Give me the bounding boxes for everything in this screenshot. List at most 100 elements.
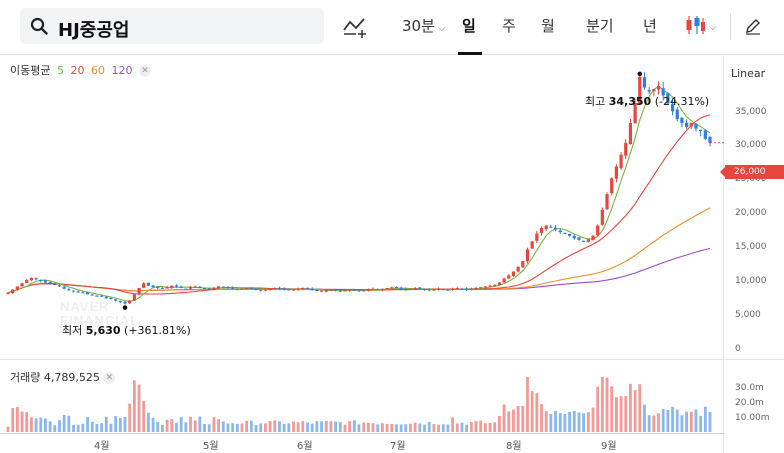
candle-body [596,225,600,236]
candle-body [62,286,66,289]
candle-body [399,287,403,289]
volume-bar [161,425,164,432]
candle-body [11,289,15,294]
candle-body [179,286,183,289]
candlestick-icon [686,16,705,34]
candle-body [128,300,132,304]
candle-body [348,289,352,291]
volume-bar [147,412,150,432]
candle-body [460,288,464,290]
volume-bar [235,423,239,432]
candle-body [146,282,150,286]
volume-bar [287,423,291,432]
candle-body [343,290,347,292]
volume-bar [142,400,146,432]
volume-bar [591,407,595,432]
volume-bar [123,416,127,432]
candle-body [642,77,647,88]
volume-bar [455,423,459,432]
candle-body [20,283,24,287]
candle-body [100,295,104,297]
volume-bar [483,423,487,432]
volume-bar [441,424,445,432]
candle-body [628,123,633,145]
volume-bar [62,414,66,432]
volume-bar [310,423,314,432]
volume-bar [114,416,118,432]
volume-bar [586,412,590,432]
volume-bar [58,420,61,432]
volume-bar [437,424,440,432]
chart-type-dropdown[interactable]: ⌵ [684,14,717,38]
volume-bar [563,413,567,432]
volume-bar [643,404,646,432]
candle-body [539,228,544,233]
volume-bar [488,422,492,432]
candle-body [254,288,258,290]
candle-body [263,289,267,291]
candle-body [572,235,576,239]
candle-body [57,285,62,287]
candle-body [109,297,113,300]
tab-week[interactable]: 주 [502,15,516,39]
candle-body [170,285,174,288]
volume-bar [207,424,211,432]
candle-body [160,287,165,289]
volume-bar [366,422,370,432]
volume-bar [165,419,169,432]
candle-body [694,123,698,129]
scale-dropdown[interactable]: Linear [731,67,765,80]
tab-year[interactable]: 년 [643,15,657,39]
x-tick: 5월 [203,441,219,452]
candle-body [235,289,239,291]
stock-search-box[interactable]: HJ중공업 [20,8,324,44]
volume-bar [292,421,295,432]
candle-body [535,233,539,241]
tab-month[interactable]: 월 [541,15,555,39]
volume-tick: 30.0m [735,383,764,393]
candle-body [287,289,291,291]
tab-day[interactable]: 일 [462,15,476,39]
timeframe-dropdown[interactable]: 30분 ⌵ [402,15,445,39]
volume-bar [526,377,529,432]
volume-bar [493,422,497,432]
candle-body [202,288,207,290]
volume-bar [371,423,375,432]
candle-body [380,288,384,291]
volume-bar [338,422,342,432]
volume-bar [334,421,337,432]
volume-bar [95,423,99,432]
volume-bar [572,410,576,432]
high-pct: (-24.31%) [654,95,710,108]
stock-name: HJ중공업 [58,20,130,41]
search-icon [30,17,48,35]
candle-body [174,285,179,287]
volume-bar [385,423,389,432]
volume-bar [76,424,80,432]
candle-body [352,289,356,291]
volume-bar [516,405,520,432]
volume-bar [544,411,548,432]
volume-bar [615,397,618,432]
candle-body [703,130,707,139]
volume-bar [624,396,628,432]
tab-quarter[interactable]: 분기 [586,15,614,39]
pencil-icon[interactable] [744,17,762,35]
volume-bar [249,420,253,432]
candle-body [221,286,225,288]
volume-bar [465,424,469,432]
volume-bar [694,409,698,432]
price-chart[interactable] [0,56,724,436]
candle-body [493,284,497,287]
volume-bar [306,422,309,432]
volume-bar [282,424,286,432]
volume-bar [348,421,352,432]
candle-body [483,286,487,288]
candle-body [591,235,595,240]
drawing-tool-icon[interactable] [342,16,368,38]
volume-bar [699,415,703,432]
candle-body [137,288,141,295]
candle-body [25,280,29,283]
candle-body [488,285,492,287]
candle-body [404,288,408,290]
